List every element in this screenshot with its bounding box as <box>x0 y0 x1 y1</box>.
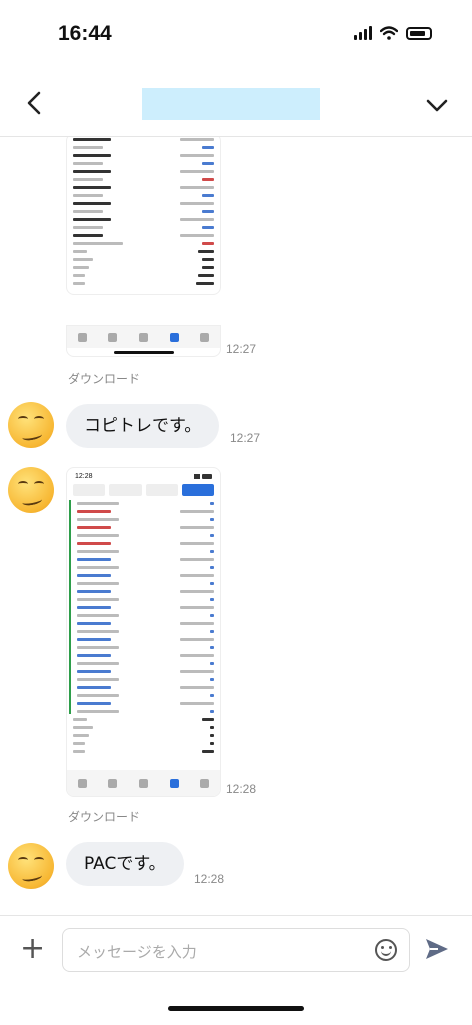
chat-area[interactable]: 12:27 ダウンロード コピトレです。 12:27 12:28 12:28 ダ… <box>0 137 472 915</box>
home-indicator <box>168 1006 304 1011</box>
message-time: 12:27 <box>226 342 257 356</box>
message-input[interactable]: メッセージを入力 <box>62 928 410 972</box>
status-icons <box>354 26 432 40</box>
text-message[interactable]: PACです。 <box>66 842 184 886</box>
image-message-2[interactable]: 12:28 <box>66 467 221 797</box>
chat-header <box>0 70 472 137</box>
smile-icon[interactable] <box>375 939 397 961</box>
image-message-1-footer[interactable] <box>66 325 221 357</box>
back-chevron-icon[interactable] <box>20 88 50 118</box>
chat-title <box>142 88 320 120</box>
status-time: 16:44 <box>58 22 112 45</box>
avatar[interactable] <box>8 467 54 513</box>
message-input-placeholder: メッセージを入力 <box>77 943 197 961</box>
chevron-down-icon[interactable] <box>422 90 452 120</box>
wifi-icon <box>380 26 398 40</box>
message-time: 12:27 <box>230 431 261 445</box>
plus-icon[interactable]: + <box>20 934 45 964</box>
download-link[interactable]: ダウンロード <box>68 808 140 825</box>
message-time: 12:28 <box>226 782 257 796</box>
text-message[interactable]: コピトレです。 <box>66 404 220 448</box>
image-message-1[interactable] <box>66 137 221 295</box>
signal-icon <box>354 26 372 40</box>
message-time: 12:28 <box>194 872 225 886</box>
download-link[interactable]: ダウンロード <box>68 370 140 387</box>
battery-icon <box>406 26 432 40</box>
thumb-time: 12:28 <box>75 472 93 480</box>
avatar[interactable] <box>8 843 54 889</box>
avatar[interactable] <box>8 402 54 448</box>
send-icon[interactable] <box>424 936 450 962</box>
status-bar: 16:44 <box>0 0 472 70</box>
